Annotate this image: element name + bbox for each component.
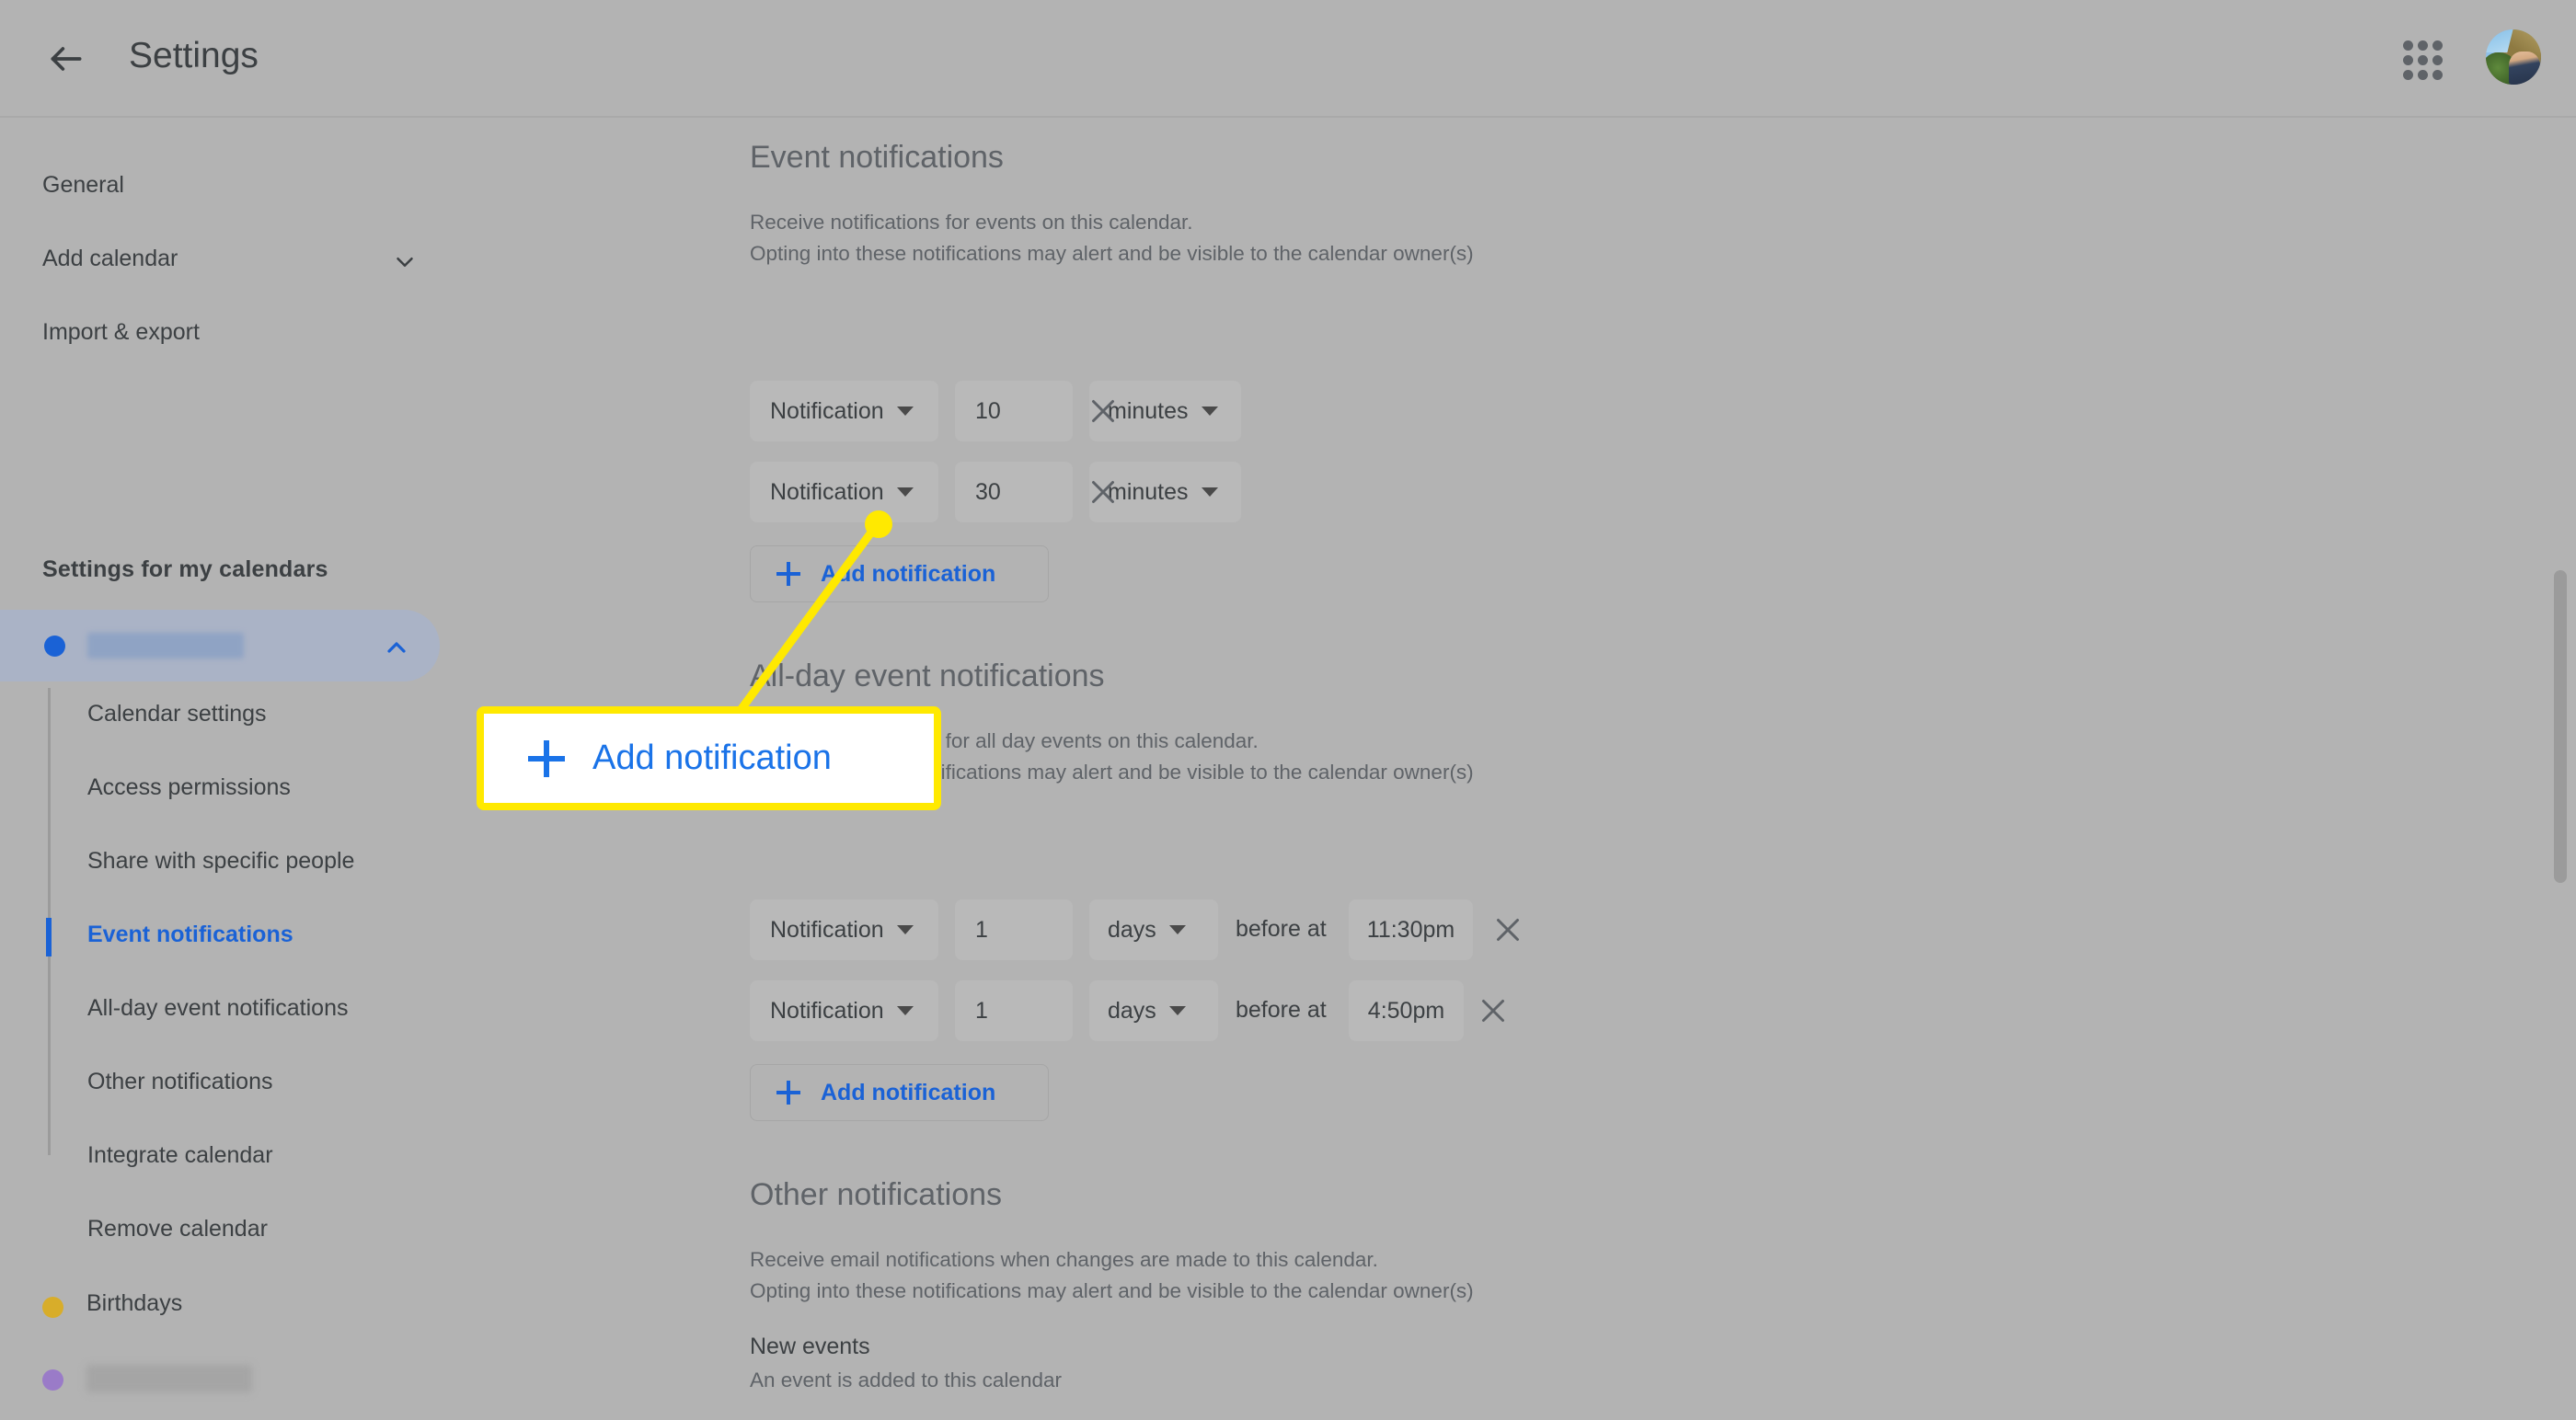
caret-down-icon bbox=[1201, 407, 1218, 416]
notification-unit-select[interactable]: days bbox=[1089, 899, 1218, 960]
callout-label: Add notification bbox=[592, 739, 832, 777]
close-icon[interactable] bbox=[1087, 395, 1120, 428]
close-icon[interactable] bbox=[1087, 475, 1120, 509]
notification-type-select[interactable]: Notification bbox=[750, 980, 938, 1041]
caret-down-icon bbox=[896, 925, 914, 934]
notification-row: Notification 10 minutes bbox=[750, 381, 1394, 441]
add-notification-button-allday[interactable]: Add notification bbox=[750, 1064, 1049, 1121]
notification-time-input[interactable]: 4:50pm bbox=[1349, 980, 1464, 1041]
plus-icon bbox=[528, 739, 565, 777]
plus-icon bbox=[776, 1081, 800, 1105]
other-notification-row-subtitle: An event is added to this calendar bbox=[750, 1368, 1062, 1391]
before-at-label: before at bbox=[1236, 997, 1327, 1023]
scrollbar-thumb[interactable] bbox=[2554, 570, 2567, 883]
before-at-label: before at bbox=[1236, 916, 1327, 942]
notification-amount-input[interactable]: 1 bbox=[955, 980, 1073, 1041]
notification-row: Notification 1 days before at 4:50pm bbox=[750, 980, 1578, 1041]
notification-type-select[interactable]: Notification bbox=[750, 462, 938, 522]
caret-down-icon bbox=[896, 407, 914, 416]
notification-amount-input[interactable]: 1 bbox=[955, 899, 1073, 960]
notification-amount-input[interactable]: 10 bbox=[955, 381, 1073, 441]
notification-type-select[interactable]: Notification bbox=[750, 381, 938, 441]
top-app-bar: Settings bbox=[0, 0, 2576, 118]
page-title: Settings bbox=[129, 36, 259, 75]
settings-content: Event notifications Receive notification… bbox=[0, 120, 2576, 1420]
add-notification-button-event[interactable]: Add notification bbox=[750, 545, 1049, 602]
caret-down-icon bbox=[896, 1006, 914, 1015]
caret-down-icon bbox=[1168, 925, 1186, 934]
section-title-allday-notifications: All-day event notifications bbox=[750, 658, 1105, 693]
plus-icon bbox=[776, 562, 800, 586]
caret-down-icon bbox=[896, 487, 914, 497]
notification-unit-select[interactable]: days bbox=[1089, 980, 1218, 1041]
avatar[interactable] bbox=[2486, 29, 2541, 85]
callout-add-notification-button[interactable]: Add notification bbox=[477, 706, 941, 810]
close-icon[interactable] bbox=[1477, 994, 1510, 1027]
section-title-event-notifications: Event notifications bbox=[750, 140, 1004, 175]
notification-type-select[interactable]: Notification bbox=[750, 899, 938, 960]
caret-down-icon bbox=[1201, 487, 1218, 497]
apps-grid-icon[interactable] bbox=[2403, 40, 2443, 80]
notification-row: Notification 1 days before at 11:30pm bbox=[750, 899, 1578, 960]
section-description-event-notifications: Receive notifications for events on this… bbox=[750, 211, 1474, 265]
notification-row: Notification 30 minutes bbox=[750, 462, 1394, 522]
notification-time-input[interactable]: 11:30pm bbox=[1349, 899, 1473, 960]
section-description-other-notifications: Receive email notifications when changes… bbox=[750, 1248, 1474, 1302]
back-arrow-icon[interactable] bbox=[44, 37, 88, 81]
notification-amount-input[interactable]: 30 bbox=[955, 462, 1073, 522]
section-title-other-notifications: Other notifications bbox=[750, 1177, 1003, 1212]
caret-down-icon bbox=[1168, 1006, 1186, 1015]
close-icon[interactable] bbox=[1491, 913, 1524, 946]
app-window: Settings General Add calendar Import & e… bbox=[0, 0, 2576, 1420]
other-notification-row-title: New events bbox=[750, 1334, 870, 1359]
